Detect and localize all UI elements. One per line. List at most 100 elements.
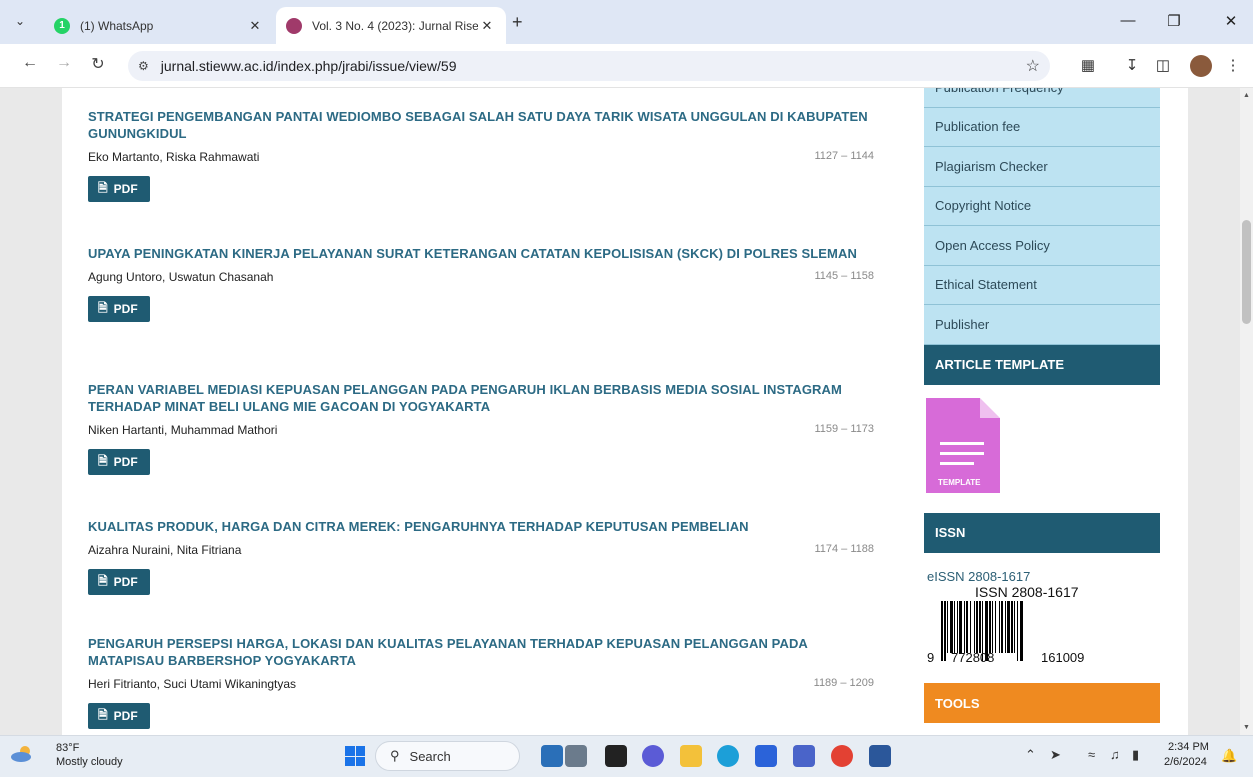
- back-icon[interactable]: ←: [18, 54, 42, 72]
- barcode-bar: [992, 600, 993, 653]
- windows-start-icon[interactable]: [345, 746, 365, 766]
- document-icon: 🗎: [98, 453, 108, 468]
- cloud-weather-icon[interactable]: [10, 745, 34, 763]
- volume-icon[interactable]: ♫: [1110, 747, 1120, 762]
- pdf-button[interactable]: 🗎 PDF: [88, 176, 150, 202]
- article-title-link[interactable]: KUALITAS PRODUK, HARGA DAN CITRA MEREK: …: [88, 518, 874, 535]
- article-title-link[interactable]: PENGARUH PERSEPSI HARGA, LOKASI DAN KUAL…: [88, 635, 874, 669]
- barcode-bar: [1014, 600, 1015, 653]
- forward-icon[interactable]: →: [52, 54, 76, 72]
- location-icon[interactable]: ➤: [1050, 747, 1061, 763]
- pdf-button[interactable]: 🗎 PDF: [88, 449, 150, 475]
- notification-bell-icon[interactable]: 🔔: [1221, 748, 1237, 764]
- chrome-browser-icon[interactable]: [831, 745, 853, 767]
- eissn-text: eISSN 2808-1617: [927, 568, 1031, 584]
- sidebar-link-publication-frequency[interactable]: Publication Frequency: [924, 88, 1160, 108]
- minimize-icon[interactable]: —: [1113, 12, 1143, 29]
- article-title-link[interactable]: STRATEGI PENGEMBANGAN PANTAI WEDIOMBO SE…: [88, 108, 874, 142]
- extensions-icon[interactable]: ▦: [1077, 56, 1099, 74]
- document-icon: 🗎: [98, 707, 108, 722]
- weather-description[interactable]: Mostly cloudy: [56, 756, 123, 768]
- widgets-app-icon[interactable]: [541, 745, 563, 767]
- download-icon[interactable]: ↧: [1121, 56, 1143, 74]
- pdf-button[interactable]: 🗎 PDF: [88, 569, 150, 595]
- address-bar[interactable]: ⚙ jurnal.stieww.ac.id/index.php/jrabi/is…: [128, 51, 1050, 81]
- article-title-link[interactable]: PERAN VARIABEL MEDIASI KEPUASAN PELANGGA…: [88, 381, 874, 415]
- clock-date[interactable]: 2/6/2024: [1164, 756, 1207, 768]
- pdf-label: PDF: [113, 455, 138, 469]
- site-info-icon[interactable]: ⚙: [138, 59, 149, 73]
- article-title-link[interactable]: UPAYA PENINGKATAN KINERJA PELAYANAN SURA…: [88, 245, 874, 262]
- bookmark-star-icon[interactable]: ☆: [1026, 56, 1040, 76]
- show-hidden-icons-icon[interactable]: ⌃: [1025, 747, 1036, 763]
- article-item: KUALITAS PRODUK, HARGA DAN CITRA MEREK: …: [88, 518, 874, 595]
- sidebar-link-copyright-notice[interactable]: Copyright Notice: [924, 186, 1160, 226]
- photos-app-icon[interactable]: [793, 745, 815, 767]
- article-authors: Niken Hartanti, Muhammad Mathori: [88, 423, 278, 437]
- scroll-up-icon[interactable]: ▲: [1243, 92, 1250, 99]
- barcode-bar: [950, 600, 953, 653]
- template-label: TEMPLATE: [938, 477, 981, 487]
- clock-time[interactable]: 2:34 PM: [1168, 741, 1209, 753]
- barcode-bar: [947, 600, 948, 653]
- wifi-icon[interactable]: ≈: [1088, 747, 1095, 762]
- close-tab-icon[interactable]: ✕: [246, 18, 264, 34]
- barcode-bar: [959, 600, 962, 653]
- url-text[interactable]: jurnal.stieww.ac.id/index.php/jrabi/issu…: [161, 58, 457, 74]
- article-item: UPAYA PENINGKATAN KINERJA PELAYANAN SURA…: [88, 245, 874, 322]
- article-template-heading: ARTICLE TEMPLATE: [924, 344, 1160, 385]
- sidebar-link-publication-fee[interactable]: Publication fee: [924, 107, 1160, 147]
- new-tab-icon[interactable]: +: [512, 12, 523, 33]
- barcode-digits-left: 772808: [951, 649, 995, 665]
- barcode-bar: [989, 600, 991, 653]
- issn-heading: ISSN: [924, 512, 1160, 553]
- reload-icon[interactable]: ↻: [86, 54, 110, 74]
- pdf-button[interactable]: 🗎 PDF: [88, 703, 150, 729]
- menu-kebab-icon[interactable]: ⋮: [1222, 56, 1244, 74]
- article-authors: Agung Untoro, Uswatun Chasanah: [88, 270, 274, 284]
- template-download[interactable]: TEMPLATE: [924, 397, 1160, 513]
- template-file-icon[interactable]: TEMPLATE: [926, 397, 1000, 493]
- article-item: PERAN VARIABEL MEDIASI KEPUASAN PELANGGA…: [88, 381, 874, 475]
- pdf-label: PDF: [113, 302, 138, 316]
- barcode-bar: [976, 600, 978, 653]
- edge-browser-icon[interactable]: [717, 745, 739, 767]
- barcode-bar: [974, 600, 975, 653]
- scroll-down-icon[interactable]: ▼: [1243, 724, 1250, 731]
- battery-icon[interactable]: ▮: [1132, 747, 1139, 763]
- pdf-label: PDF: [113, 575, 138, 589]
- task-view-icon[interactable]: [605, 745, 627, 767]
- close-tab-icon[interactable]: ✕: [478, 18, 496, 34]
- search-icon: ⚲: [390, 748, 400, 763]
- sidebar-link-open-access-policy[interactable]: Open Access Policy: [924, 226, 1160, 266]
- pdf-button[interactable]: 🗎 PDF: [88, 296, 150, 322]
- weather-temperature[interactable]: 83°F: [56, 742, 79, 754]
- store-app-icon[interactable]: [755, 745, 777, 767]
- chat-app-icon[interactable]: [642, 745, 664, 767]
- article-authors: Eko Martanto, Riska Rahmawati: [88, 150, 260, 164]
- barcode-bar: [1001, 600, 1003, 653]
- tab-search-chevron-icon[interactable]: ⌄: [8, 9, 32, 33]
- sidebar-link-plagiarism-checker[interactable]: Plagiarism Checker: [924, 147, 1160, 187]
- scroll-thumb[interactable]: [1242, 220, 1251, 324]
- tab-title: Vol. 3 No. 4 (2023): Jurnal Riset: [312, 18, 478, 33]
- barcode-bar: [995, 600, 996, 653]
- file-explorer-icon[interactable]: [680, 745, 702, 767]
- sidebar-link-ethical-statement[interactable]: Ethical Statement: [924, 265, 1160, 305]
- calculator-app-icon[interactable]: [565, 745, 587, 767]
- profile-avatar[interactable]: [1190, 55, 1212, 77]
- taskbar-search[interactable]: ⚲ Search: [375, 741, 520, 771]
- sidebar-link-publisher[interactable]: Publisher: [924, 305, 1160, 345]
- barcode-bar: [1020, 600, 1023, 661]
- side-panel-icon[interactable]: ◫: [1152, 56, 1174, 74]
- word-app-icon[interactable]: [869, 745, 891, 767]
- page-scrollbar[interactable]: ▲ ▼: [1240, 88, 1253, 735]
- windows-taskbar: 83°F Mostly cloudy ⚲ Search ⌃ ➤ ≈ ♫ ▮ 2:…: [0, 735, 1253, 777]
- page-content: STRATEGI PENGEMBANGAN PANTAI WEDIOMBO SE…: [62, 88, 1188, 735]
- tab-journal[interactable]: Vol. 3 No. 4 (2023): Jurnal Riset ✕: [276, 7, 506, 44]
- restore-icon[interactable]: ❐: [1159, 12, 1189, 30]
- close-window-icon[interactable]: ✕: [1216, 12, 1246, 30]
- tab-whatsapp[interactable]: 1 (1) WhatsApp ✕: [44, 7, 274, 44]
- barcode-bar: [979, 600, 981, 653]
- tools-heading: TOOLS: [924, 683, 1160, 723]
